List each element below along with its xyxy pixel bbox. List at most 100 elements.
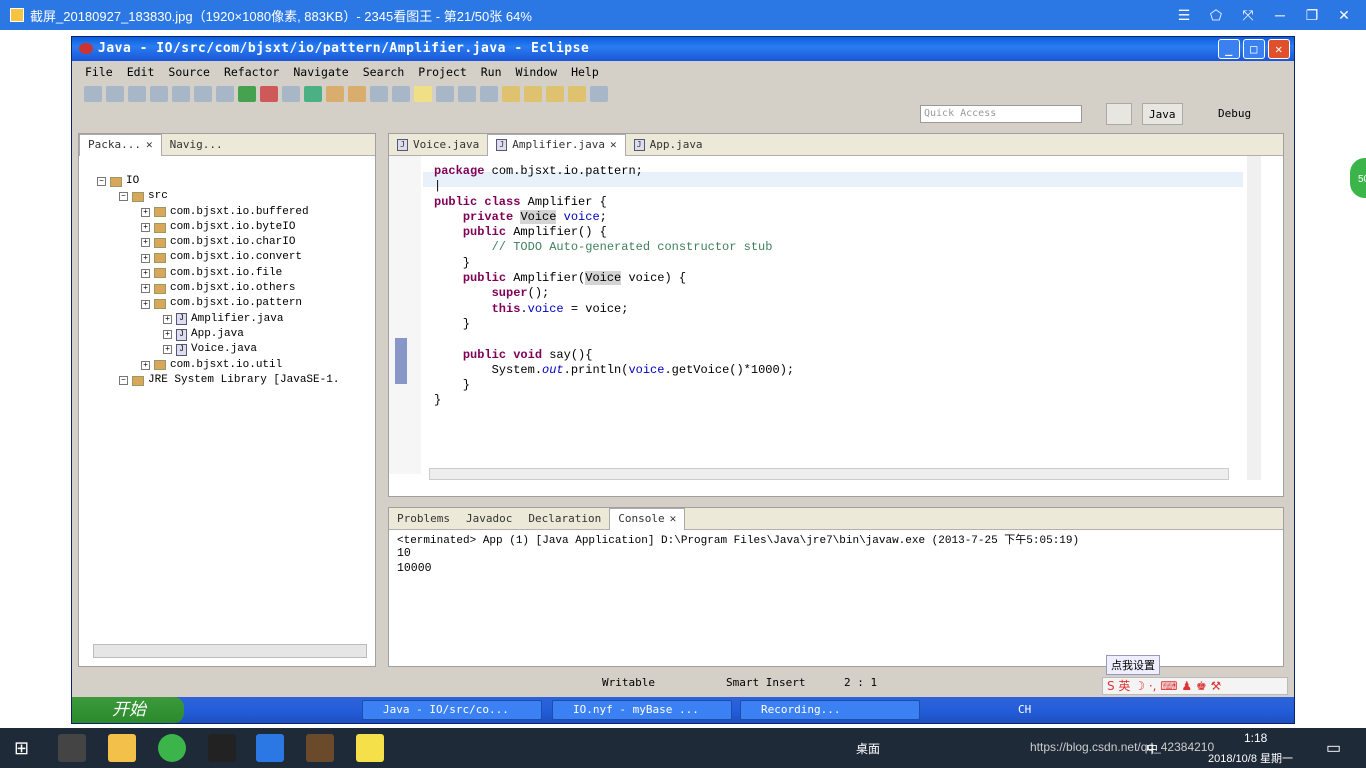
- windows-start-icon[interactable]: ⊞: [14, 738, 29, 759]
- tree-item[interactable]: + com.bjsxt.io.file: [79, 266, 339, 281]
- tree-item[interactable]: + J Voice.java: [79, 342, 339, 357]
- expand-toggle-icon[interactable]: −: [97, 177, 106, 187]
- open-icon[interactable]: [106, 86, 124, 102]
- input-method-indicator[interactable]: 中: [1146, 740, 1158, 757]
- ime-toolbar[interactable]: S 英 ☽ ·, ⌨ ♟ ♚ ⚒: [1102, 677, 1288, 695]
- annotation-icon[interactable]: [392, 86, 410, 102]
- menu-search[interactable]: Search: [356, 63, 412, 81]
- menu-icon[interactable]: ☰: [1168, 7, 1200, 24]
- menu-refactor[interactable]: Refactor: [217, 63, 286, 81]
- tab-declaration[interactable]: Declaration: [520, 508, 609, 530]
- task-recording[interactable]: Recording...: [740, 700, 920, 720]
- expand-toggle-icon[interactable]: +: [141, 207, 150, 217]
- close-button[interactable]: ✕: [1328, 7, 1360, 24]
- menu-source[interactable]: Source: [161, 63, 217, 81]
- new-class-icon[interactable]: [304, 86, 322, 102]
- tree-item[interactable]: + com.bjsxt.io.byteIO: [79, 220, 339, 235]
- menu-file[interactable]: File: [78, 63, 120, 81]
- game-icon[interactable]: [306, 734, 334, 762]
- expand-toggle-icon[interactable]: −: [119, 192, 128, 202]
- open-perspective-icon[interactable]: [1106, 103, 1132, 125]
- block-selection-icon[interactable]: [480, 86, 498, 102]
- save-all-icon[interactable]: [150, 86, 168, 102]
- java-perspective-button[interactable]: Java: [1142, 103, 1183, 125]
- browser-icon[interactable]: [158, 734, 186, 762]
- menu-edit[interactable]: Edit: [120, 63, 162, 81]
- open-task-icon[interactable]: [348, 86, 366, 102]
- editor-vscrollbar[interactable]: [1247, 156, 1261, 480]
- tree-item[interactable]: + com.bjsxt.io.convert: [79, 250, 339, 265]
- tree-item[interactable]: + J App.java: [79, 327, 339, 342]
- run-icon[interactable]: [238, 86, 256, 102]
- tree-item[interactable]: + J Amplifier.java: [79, 312, 339, 327]
- xp-minimize-button[interactable]: _: [1218, 39, 1240, 59]
- task-view-icon[interactable]: [58, 734, 86, 762]
- tree-item[interactable]: + com.bjsxt.io.charIO: [79, 235, 339, 250]
- minimize-button[interactable]: ─: [1264, 7, 1296, 23]
- clock-date[interactable]: 2018/10/8 星期一: [1208, 750, 1293, 766]
- expand-toggle-icon[interactable]: +: [141, 360, 150, 370]
- tab-voice-java[interactable]: J Voice.java: [389, 134, 487, 156]
- floating-badge[interactable]: 50: [1348, 156, 1366, 200]
- notification-icon[interactable]: ▭: [1326, 738, 1341, 758]
- start-button[interactable]: 开始: [72, 697, 184, 723]
- menu-navigate[interactable]: Navigate: [286, 63, 355, 81]
- highlight-icon[interactable]: [414, 86, 432, 102]
- forward-icon[interactable]: [568, 86, 586, 102]
- expand-toggle-icon[interactable]: +: [141, 268, 150, 278]
- debug-perspective-button[interactable]: Debug: [1212, 103, 1257, 125]
- tree-item[interactable]: − IO: [79, 174, 339, 189]
- skip-breakpoints-icon[interactable]: [194, 86, 212, 102]
- tab-javadoc[interactable]: Javadoc: [458, 508, 520, 530]
- task-eclipse[interactable]: Java - IO/src/co...: [362, 700, 542, 720]
- input-language[interactable]: CH: [1018, 703, 1031, 716]
- debug-icon[interactable]: [216, 86, 234, 102]
- tree-item[interactable]: + com.bjsxt.io.util: [79, 358, 339, 373]
- expand-toggle-icon[interactable]: +: [163, 345, 172, 355]
- xp-maximize-button[interactable]: □: [1243, 39, 1265, 59]
- expand-toggle-icon[interactable]: +: [163, 314, 172, 324]
- qq-icon[interactable]: [208, 734, 236, 762]
- show-whitespace-icon[interactable]: [458, 86, 476, 102]
- menu-run[interactable]: Run: [474, 63, 509, 81]
- code-editor[interactable]: package com.bjsxt.io.pattern; | public c…: [389, 156, 1285, 496]
- tab-navigator[interactable]: Navig...: [162, 134, 231, 156]
- tab-app-java[interactable]: J App.java: [626, 134, 711, 156]
- back-icon[interactable]: [546, 86, 564, 102]
- tab-console[interactable]: Console ✕: [609, 507, 686, 530]
- menu-project[interactable]: Project: [411, 63, 473, 81]
- expand-toggle-icon[interactable]: +: [141, 253, 150, 263]
- expand-toggle-icon[interactable]: +: [141, 284, 150, 294]
- tree-item[interactable]: − JRE System Library [JavaSE-1.: [79, 373, 339, 388]
- xp-close-button[interactable]: ✕: [1268, 39, 1290, 59]
- menu-help[interactable]: Help: [564, 63, 606, 81]
- expand-toggle-icon[interactable]: +: [141, 299, 150, 309]
- prev-annotation-icon[interactable]: [524, 86, 542, 102]
- expand-toggle-icon[interactable]: +: [163, 330, 172, 340]
- skin-icon[interactable]: ⬠: [1200, 7, 1232, 24]
- external-tools-icon[interactable]: [260, 86, 278, 102]
- image-viewer-task-icon[interactable]: [256, 734, 284, 762]
- mark-occurrences-icon[interactable]: [436, 86, 454, 102]
- task-mybase[interactable]: IO.nyf - myBase ...: [552, 700, 732, 720]
- menu-window[interactable]: Window: [509, 63, 565, 81]
- expand-toggle-icon[interactable]: −: [119, 376, 128, 385]
- clock-time[interactable]: 1:18: [1244, 731, 1267, 745]
- save-icon[interactable]: [128, 86, 146, 102]
- tree-item[interactable]: + com.bjsxt.io.pattern: [79, 296, 339, 311]
- editor-hscrollbar[interactable]: [429, 468, 1229, 480]
- tab-amplifier-java[interactable]: J Amplifier.java ✕: [487, 133, 626, 156]
- tree-item[interactable]: + com.bjsxt.io.buffered: [79, 205, 339, 220]
- open-type-icon[interactable]: [326, 86, 344, 102]
- help-icon[interactable]: [356, 734, 384, 762]
- tree-item[interactable]: − src: [79, 189, 339, 204]
- tree-item[interactable]: + com.bjsxt.io.others: [79, 281, 339, 296]
- desktop-toolbar[interactable]: 桌面: [856, 740, 880, 757]
- explorer-hscrollbar[interactable]: [93, 644, 367, 658]
- file-explorer-icon[interactable]: [108, 734, 136, 762]
- next-annotation-icon[interactable]: [502, 86, 520, 102]
- quick-access-input[interactable]: Quick Access: [920, 105, 1082, 123]
- new-java-project-icon[interactable]: [282, 86, 300, 102]
- expand-toggle-icon[interactable]: +: [141, 238, 150, 248]
- ime-settings-tip[interactable]: 点我设置: [1106, 655, 1160, 675]
